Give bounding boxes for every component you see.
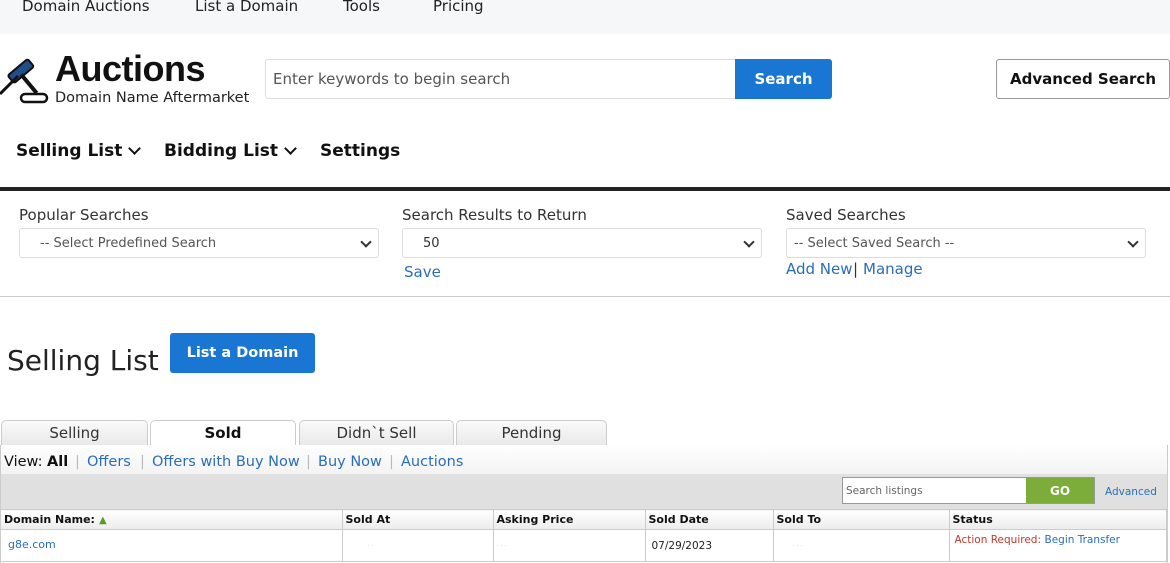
- cell-domain: g8e.com: [1, 529, 343, 562]
- column-sold-date[interactable]: Sold Date: [645, 509, 774, 530]
- search-input[interactable]: [265, 59, 735, 99]
- list-a-domain-button[interactable]: List a Domain: [170, 333, 315, 373]
- table-header-row: Domain Name: ▲ Sold At Asking Price Sold …: [1, 509, 1167, 530]
- go-button[interactable]: GO: [1026, 478, 1094, 503]
- top-nav-pricing[interactable]: Pricing: [433, 0, 484, 15]
- chevron-down-icon: [1127, 236, 1139, 248]
- results-to-return-label: Search Results to Return: [402, 206, 587, 224]
- page-title: Selling List: [7, 344, 159, 377]
- listings-table: Domain Name: ▲ Sold At Asking Price Sold …: [1, 509, 1167, 562]
- popular-searches-label: Popular Searches: [19, 206, 149, 224]
- view-separator: |: [75, 454, 80, 470]
- cell-sold-at: · ·: [342, 529, 494, 562]
- cell-asking-price: · · ·: [493, 529, 646, 562]
- listing-search-bar: GO Advanced: [1, 474, 1167, 509]
- popular-searches-select[interactable]: -- Select Predefined Search: [19, 228, 379, 258]
- selling-list-menu[interactable]: Selling List: [16, 141, 142, 161]
- view-offers-with-buy-now[interactable]: Offers with Buy Now: [152, 454, 300, 470]
- search-bar: Search: [265, 59, 832, 99]
- manage-link[interactable]: Manage: [863, 260, 923, 278]
- selling-list-label: Selling List: [16, 141, 123, 161]
- tab-sold[interactable]: Sold: [150, 420, 296, 446]
- sort-ascending-icon: ▲: [98, 515, 107, 526]
- advanced-search-button[interactable]: Advanced Search: [996, 59, 1170, 99]
- search-button[interactable]: Search: [735, 59, 832, 99]
- chevron-down-icon: [743, 236, 755, 248]
- view-separator: |: [306, 454, 311, 470]
- column-domain-name[interactable]: Domain Name: ▲: [1, 509, 343, 530]
- chevron-down-icon: [284, 142, 297, 155]
- view-offers[interactable]: Offers: [87, 454, 131, 470]
- save-link[interactable]: Save: [404, 263, 441, 281]
- cell-status: Action Required: Begin Transfer: [949, 529, 1167, 562]
- bidding-list-menu[interactable]: Bidding List: [164, 141, 297, 161]
- status-action-required: Action Required:: [954, 534, 1042, 546]
- view-auctions[interactable]: Auctions: [401, 454, 463, 470]
- cell-sold-to: · · ·: [773, 529, 950, 562]
- tab-pending[interactable]: Pending: [456, 420, 607, 445]
- domain-link[interactable]: g8e.com: [4, 538, 56, 551]
- results-to-return-select[interactable]: 50: [402, 228, 762, 258]
- column-sold-at[interactable]: Sold At: [342, 509, 494, 530]
- view-separator: |: [140, 454, 145, 470]
- view-all[interactable]: All: [47, 454, 68, 470]
- top-nav-domain-auctions[interactable]: Domain Auctions: [22, 0, 150, 15]
- cell-sold-date: 07/29/2023: [645, 529, 774, 562]
- column-asking-price[interactable]: Asking Price: [493, 509, 646, 530]
- results-to-return-value: 50: [423, 235, 440, 251]
- add-new-link[interactable]: Add New: [786, 260, 853, 278]
- tab-didnt-sell[interactable]: Didn`t Sell: [299, 420, 454, 445]
- header-divider: [0, 187, 1170, 191]
- saved-searches-label: Saved Searches: [786, 206, 906, 224]
- view-filter-bar: View: All | Offers | Offers with Buy Now…: [1, 445, 1167, 474]
- view-buy-now[interactable]: Buy Now: [318, 454, 382, 470]
- logo-title[interactable]: Auctions: [55, 48, 206, 90]
- column-sold-to[interactable]: Sold To: [773, 509, 950, 530]
- listings-panel: View: All | Offers | Offers with Buy Now…: [0, 445, 1168, 563]
- advanced-link[interactable]: Advanced: [1105, 486, 1157, 498]
- saved-searches-value: -- Select Saved Search --: [794, 235, 955, 251]
- gavel-icon: [0, 54, 52, 106]
- logo-subtitle: Domain Name Aftermarket: [55, 90, 250, 106]
- saved-searches-select[interactable]: -- Select Saved Search --: [786, 228, 1146, 258]
- column-status[interactable]: Status: [949, 509, 1167, 530]
- settings-link[interactable]: Settings: [320, 141, 400, 161]
- tab-selling[interactable]: Selling: [1, 420, 148, 445]
- view-separator: |: [389, 454, 394, 470]
- top-nav-tools[interactable]: Tools: [343, 0, 380, 15]
- popular-searches-value: -- Select Predefined Search: [40, 235, 217, 251]
- view-label: View:: [4, 454, 43, 470]
- listing-search-box: GO: [842, 477, 1095, 504]
- filters-divider: [0, 296, 1170, 297]
- table-row: g8e.com · · · · · 07/29/2023 · · · Actio…: [1, 529, 1167, 562]
- begin-transfer-link[interactable]: Begin Transfer: [1045, 534, 1120, 546]
- listing-search-input[interactable]: [843, 478, 1026, 503]
- chevron-down-icon: [360, 236, 372, 248]
- chevron-down-icon: [128, 142, 142, 155]
- top-nav-list-a-domain[interactable]: List a Domain: [195, 0, 298, 15]
- top-nav: Domain Auctions List a Domain Tools Pric…: [0, 0, 1170, 34]
- bidding-list-label: Bidding List: [164, 141, 279, 161]
- saved-searches-separator: |: [853, 260, 859, 278]
